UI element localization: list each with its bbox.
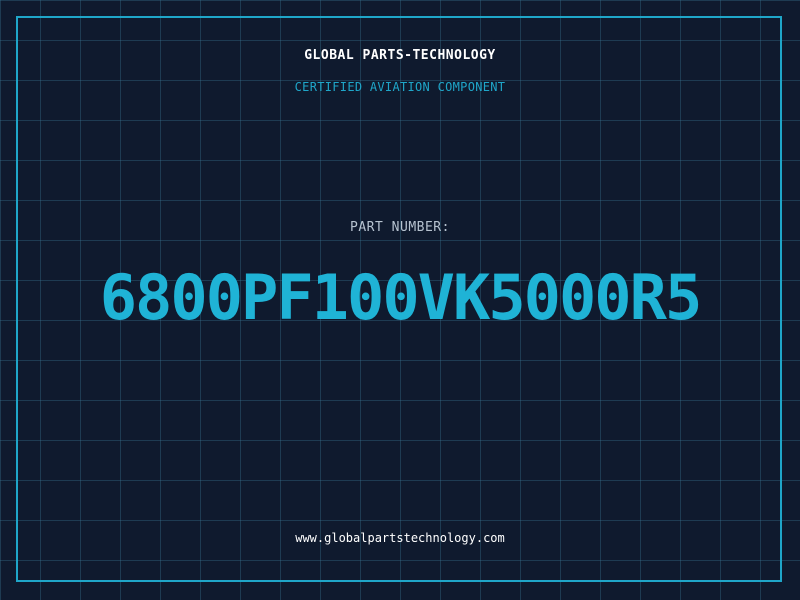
certification-tagline: CERTIFIED AVIATION COMPONENT (294, 80, 506, 94)
website-url: www.globalpartstechnology.com (295, 531, 505, 545)
part-label-card: GLOBAL PARTS-TECHNOLOGY CERTIFIED AVIATI… (0, 0, 800, 600)
company-name: GLOBAL PARTS-TECHNOLOGY (304, 48, 496, 63)
part-number-label: PART NUMBER: (350, 220, 450, 235)
part-number-value: 6800PF100VK5000R5 (99, 261, 703, 334)
